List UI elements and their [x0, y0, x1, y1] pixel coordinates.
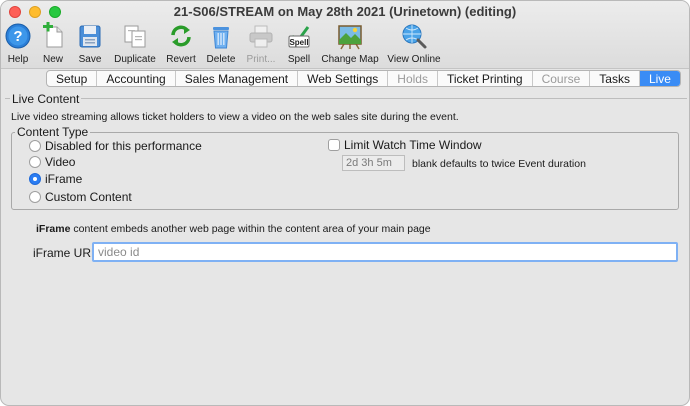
radio-video-option[interactable]: Video: [29, 155, 75, 169]
revert-arrows-icon: [166, 21, 196, 51]
save-label: Save: [78, 54, 102, 65]
map-easel-icon: [335, 21, 365, 51]
radio-custom-label: Custom Content: [45, 190, 132, 204]
watch-duration-hint: blank defaults to twice Event duration: [412, 158, 586, 170]
radio-iframe-label: iFrame: [45, 172, 83, 186]
radio-custom[interactable]: [29, 191, 41, 203]
tab-course[interactable]: Course: [533, 71, 591, 86]
iframe-note: iFrame content embeds another web page w…: [36, 223, 431, 235]
spell-label: Spell: [287, 54, 311, 65]
duplicate-label: Duplicate: [114, 54, 156, 65]
tab-accounting[interactable]: Accounting: [97, 71, 176, 86]
tab-sales-management[interactable]: Sales Management: [176, 71, 299, 86]
globe-search-icon: [399, 21, 429, 51]
tab-bar: Setup Accounting Sales Management Web Se…: [46, 70, 681, 87]
tab-tasks[interactable]: Tasks: [590, 71, 640, 86]
limit-watch-option[interactable]: Limit Watch Time Window: [328, 138, 482, 152]
iframe-url-input[interactable]: [92, 242, 678, 262]
window-title: 21-S06/STREAM on May 28th 2021 (Urinetow…: [173, 4, 517, 19]
content-type-title: Content Type: [15, 125, 91, 139]
spell-button[interactable]: Spell Spell: [271, 21, 327, 65]
svg-text:?: ?: [13, 28, 22, 45]
live-description: Live video streaming allows ticket holde…: [11, 111, 459, 123]
spell-check-icon: Spell: [284, 21, 314, 51]
radio-disabled-option[interactable]: Disabled for this performance: [29, 139, 202, 153]
iframe-note-rest: content embeds another web page within t…: [70, 223, 431, 235]
radio-video-label: Video: [45, 155, 76, 169]
trash-icon: [206, 21, 236, 51]
duplicate-icon: [120, 21, 150, 51]
radio-video[interactable]: [29, 156, 41, 168]
toolbar: ? Help New Save Duplicate Revert Delete …: [1, 21, 689, 67]
view-online-button[interactable]: View Online: [386, 21, 442, 65]
tab-live[interactable]: Live: [639, 71, 680, 86]
radio-iframe[interactable]: [29, 173, 41, 185]
save-disk-icon: [75, 21, 105, 51]
limit-watch-checkbox[interactable]: [328, 139, 340, 151]
view-online-label: View Online: [387, 54, 441, 65]
radio-iframe-option[interactable]: iFrame: [29, 172, 82, 186]
spell-badge-text: Spell: [289, 38, 308, 47]
iframe-note-bold: iFrame: [36, 223, 71, 235]
live-panel: Live Content Live video streaming allows…: [1, 91, 689, 405]
title-bar: 21-S06/STREAM on May 28th 2021 (Urinetow…: [1, 1, 689, 69]
radio-custom-option[interactable]: Custom Content: [29, 190, 132, 204]
watch-duration-field[interactable]: 2d 3h 5m: [342, 155, 405, 171]
new-label: New: [42, 54, 63, 65]
tab-setup[interactable]: Setup: [47, 71, 98, 86]
tab-holds[interactable]: Holds: [388, 71, 438, 86]
delete-label: Delete: [206, 54, 236, 65]
radio-disabled[interactable]: [29, 140, 41, 152]
live-content-title: Live Content: [10, 92, 82, 106]
revert-label: Revert: [166, 54, 196, 65]
app-window: 21-S06/STREAM on May 28th 2021 (Urinetow…: [0, 0, 690, 406]
change-map-label: Change Map: [321, 54, 379, 65]
tab-web-settings[interactable]: Web Settings: [298, 71, 389, 86]
iframe-url-label: iFrame URL: [33, 246, 98, 260]
tab-ticket-printing[interactable]: Ticket Printing: [438, 71, 533, 86]
radio-disabled-label: Disabled for this performance: [45, 139, 202, 153]
change-map-button[interactable]: Change Map: [321, 21, 379, 65]
limit-watch-label: Limit Watch Time Window: [344, 138, 482, 152]
